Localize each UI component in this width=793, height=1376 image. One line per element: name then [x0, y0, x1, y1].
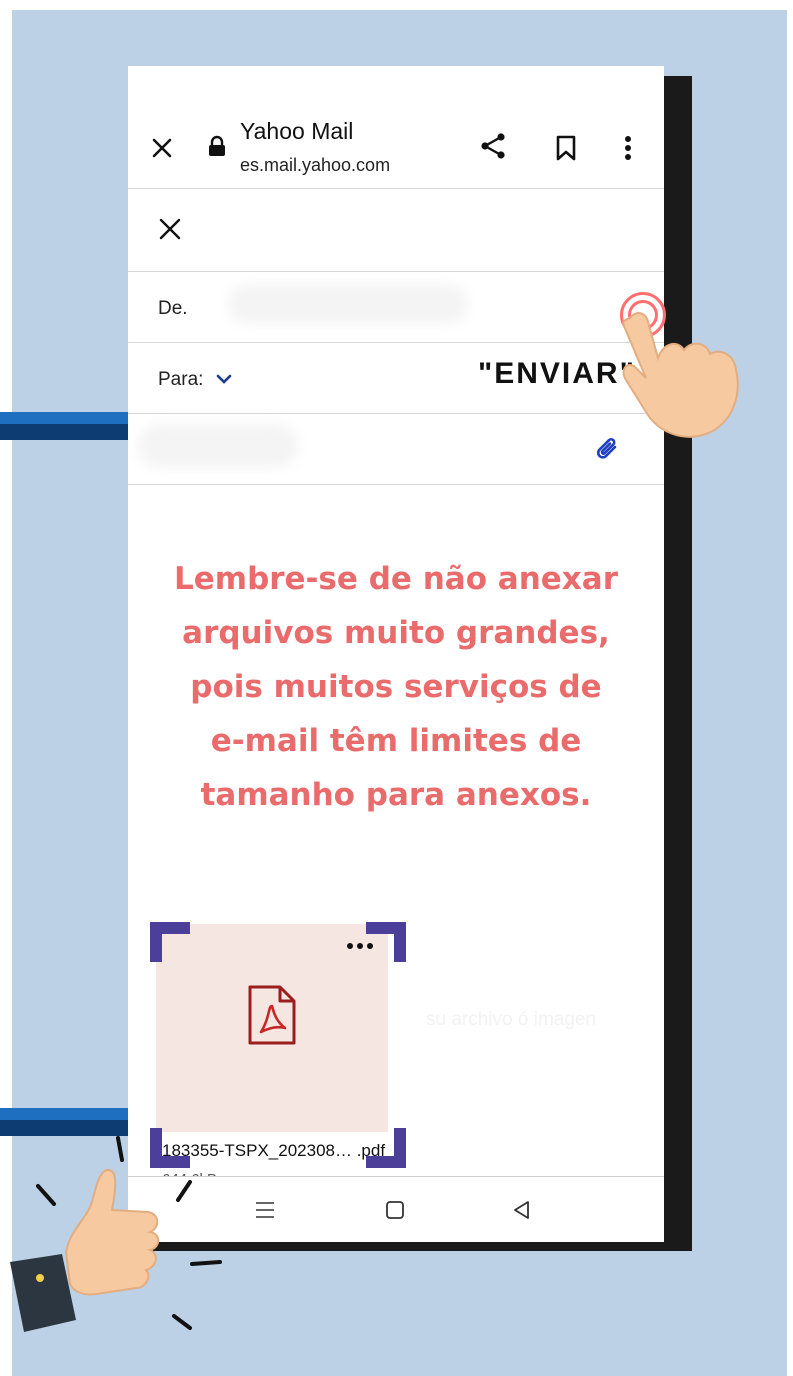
phone-screen: Yahoo Mail es.mail.yahoo.com "ENVIAR" De… — [128, 66, 664, 1242]
close-icon[interactable] — [144, 130, 180, 166]
back-icon[interactable] — [506, 1195, 536, 1225]
compose-header: "ENVIAR" — [128, 189, 664, 390]
lock-icon — [206, 134, 228, 158]
pointing-hand-icon — [622, 312, 739, 438]
home-icon[interactable] — [380, 1195, 410, 1225]
more-vertical-icon[interactable] — [616, 130, 640, 166]
from-label: De. — [158, 298, 188, 319]
to-row: Para: — [128, 343, 664, 414]
compose-close-icon[interactable] — [152, 211, 188, 247]
subject-row[interactable] — [128, 414, 664, 485]
browser-toolbar: Yahoo Mail es.mail.yahoo.com — [128, 66, 664, 189]
page-title: Yahoo Mail — [240, 118, 354, 144]
attachment-thumbnail[interactable] — [156, 924, 388, 1132]
from-value-redacted — [228, 284, 468, 324]
to-label: Para: — [158, 369, 204, 390]
more-horizontal-icon[interactable] — [342, 936, 378, 956]
thumbs-up-icon — [10, 1136, 222, 1332]
attachment-hint: su archivo ó imagen — [426, 1009, 597, 1030]
menu-icon[interactable] — [250, 1197, 280, 1223]
pdf-icon — [244, 982, 300, 1048]
from-row: De. — [128, 272, 664, 343]
decorative-stripe-top — [0, 412, 128, 440]
reminder-message: Lembre-se de não anexar arquivos muito g… — [173, 561, 619, 813]
share-icon[interactable] — [476, 128, 512, 164]
subject-value-redacted — [138, 424, 298, 468]
page-url[interactable]: es.mail.yahoo.com — [240, 155, 390, 176]
bookmark-icon[interactable] — [550, 130, 582, 166]
chevron-down-icon[interactable] — [214, 369, 234, 389]
